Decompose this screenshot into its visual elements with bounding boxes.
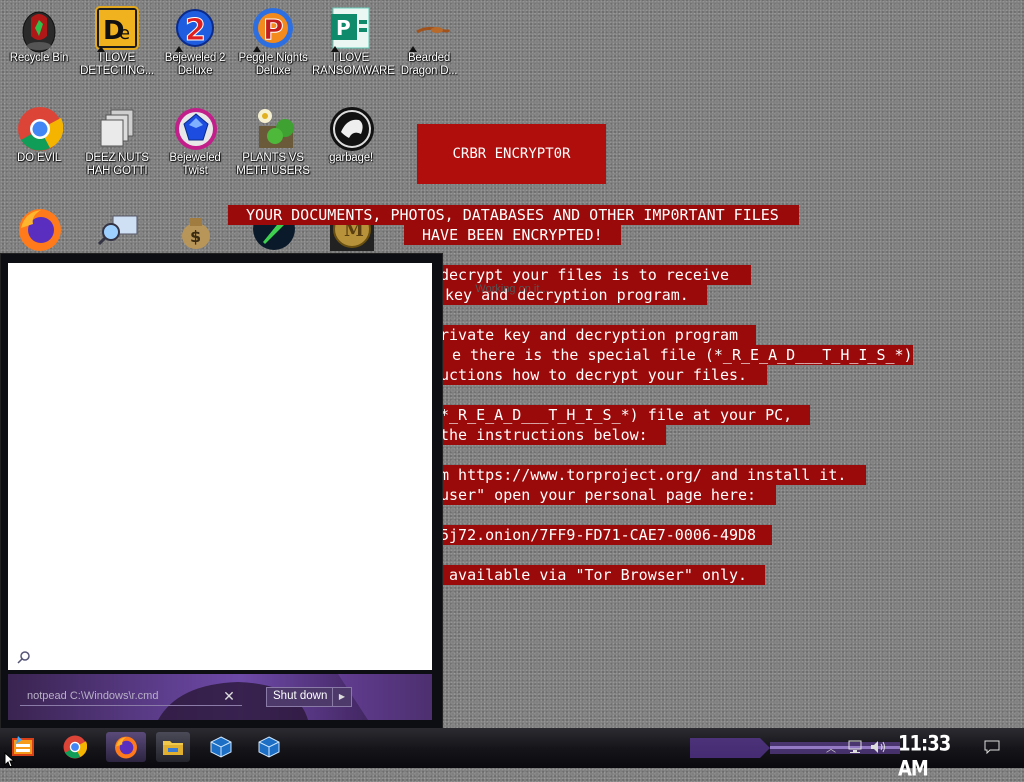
clear-search-icon[interactable]: ✕ [222, 688, 236, 704]
desktop-icon-firefox[interactable] [0, 206, 78, 252]
money-bag-icon: $ [173, 206, 217, 250]
lizard-icon [407, 6, 451, 52]
action-center-icon[interactable] [984, 740, 1000, 755]
desktop-icon-garbage[interactable]: garbage! [312, 106, 390, 165]
magnifier-computer-icon [95, 206, 139, 250]
taskbar-virtualbox-icon[interactable] [254, 732, 284, 762]
shortcut-arrow-icon [331, 44, 339, 52]
desktop-icon-search-tool[interactable] [78, 206, 156, 252]
shutdown-label: Shut down [273, 690, 328, 702]
volume-icon[interactable] [870, 740, 888, 754]
search-small-icon [16, 650, 32, 666]
plant-icon [251, 106, 295, 150]
desktop-icon-plants-vs-meth[interactable]: PLANTS VS METH USERS [234, 106, 312, 178]
shutdown-options-icon[interactable]: ▶ [332, 688, 351, 706]
firefox-icon [17, 206, 61, 251]
desktop-icon-label: PLANTS VS METH USERS [236, 152, 310, 177]
desktop-icon-bearded-dragon[interactable]: Bearded Dragon D... [390, 6, 468, 78]
recycle-bin-icon [17, 6, 61, 53]
show-hidden-icons-chevron-icon[interactable]: ︿ [826, 740, 838, 755]
svg-text:$: $ [190, 227, 201, 246]
svg-text:e: e [119, 23, 130, 44]
taskbar-firefox-icon[interactable] [106, 732, 146, 762]
bejeweled-2-icon: 2 [173, 6, 217, 52]
desktop-icon-money-bag[interactable]: $ [156, 206, 234, 252]
peggle-icon: P [251, 6, 295, 52]
ransom-line: e there is the special file (*_R_E_A_D__… [440, 345, 913, 365]
ransom-line: available via "Tor Browser" only. [440, 565, 766, 585]
desktop-icon-i-love-ransomware[interactable]: P I LOVE RANSOMWARE [312, 6, 395, 78]
shortcut-arrow-icon [97, 44, 105, 52]
ransom-line: uctions how to decrypt your files. [440, 365, 768, 385]
ransom-line: 5j72.onion/7FF9-FD71-CAE7-0006-49D8 [440, 525, 773, 545]
desktop-icon-label: garbage! [329, 152, 373, 164]
shortcut-arrow-icon [175, 44, 183, 52]
ransom-line: *_R_E_A_D___T_H_I_S_*) file at your PC, [440, 405, 811, 425]
mouse-cursor-icon [4, 751, 16, 768]
desktop-icon-bejeweled-twist[interactable]: Bejeweled Twist [156, 106, 234, 178]
desktop-icon-label: Bearded Dragon D... [400, 52, 458, 77]
ransom-line: decrypt your files is to receive [440, 265, 751, 285]
desktop-icon-label: I LOVE RANSOMWARE [312, 52, 395, 77]
start-menu-results-pane [8, 263, 432, 670]
taskbar-file-explorer-icon[interactable] [156, 732, 190, 762]
desktop-icon-label: DO EVIL [17, 152, 61, 164]
desktop-icon-recycle-bin[interactable]: Recycle Bin [0, 6, 78, 65]
desktop-icon-i-love-detecting[interactable]: D e I LOVE DETECTING... [78, 6, 156, 78]
gem-icon [173, 106, 217, 150]
svg-text:P: P [263, 13, 284, 46]
desktop-icon-label: Peggle Nights Deluxe [238, 52, 308, 77]
shutdown-button[interactable]: Shut down ▶ [266, 687, 352, 707]
shortcut-arrow-icon [409, 44, 417, 52]
desktop-icon-deez-nuts[interactable]: DEEZ NUTS HAH GOTTI [78, 106, 156, 178]
desktop-icon-bejeweled-2[interactable]: 2 Bejeweled 2 Deluxe [156, 6, 234, 78]
search-status-text: Working on it... [475, 283, 549, 295]
stacked-windows-icon [95, 106, 139, 150]
ransom-line: HAVE BEEN ENCRYPTED! [404, 225, 621, 245]
svg-text:2: 2 [185, 13, 206, 48]
svg-text:P: P [336, 16, 351, 40]
ransom-title: CRBR ENCRYPT0R [417, 124, 606, 184]
desktop-icon-label: Bejeweled Twist [169, 152, 221, 177]
taskbar-chrome-icon[interactable] [60, 732, 90, 762]
desktop-icon-label: DEEZ NUTS HAH GOTTI [85, 152, 149, 177]
ransom-line: the instructions below: [440, 425, 666, 445]
shortcut-arrow-icon [253, 44, 261, 52]
document-detective-icon: D e [95, 6, 139, 52]
taskbar-clock[interactable]: 11:33 AM [898, 731, 966, 781]
start-search-input[interactable]: notpead C:\Windows\r.cmd [20, 686, 242, 706]
ransom-line: rivate key and decryption program [440, 325, 757, 345]
desktop-icon-label: Bejeweled 2 Deluxe [164, 52, 226, 77]
desktop-icon-label: I LOVE DETECTING... [80, 52, 154, 77]
ransom-line: m https://www.torproject.org/ and instal… [440, 465, 867, 485]
emblem-icon [329, 106, 374, 151]
desktop-icon-peggle-nights[interactable]: P Peggle Nights Deluxe [234, 6, 312, 78]
ransom-line: YOUR DOCUMENTS, PHOTOS, DATABASES AND OT… [228, 205, 799, 225]
publisher-icon: P [329, 6, 373, 52]
chrome-icon [17, 106, 64, 151]
network-icon[interactable] [847, 740, 863, 754]
desktop-icon-do-evil[interactable]: DO EVIL [0, 106, 78, 165]
ransom-line: user" open your personal page here: [440, 485, 777, 505]
taskbar-virtualbox-icon[interactable] [206, 732, 236, 762]
